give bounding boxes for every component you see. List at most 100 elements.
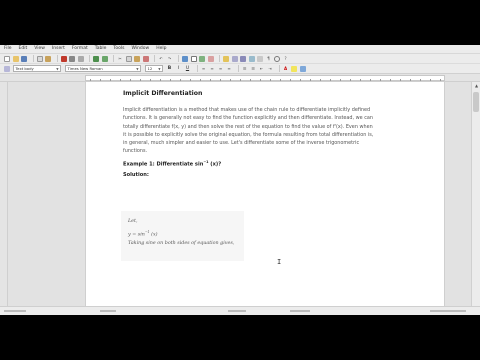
toolbar-separator (154, 55, 155, 62)
ruler-tick (430, 79, 431, 81)
intro-paragraph: Implicit differentiation is a method tha… (123, 106, 413, 156)
toolbar-separator (278, 65, 280, 72)
status-style (100, 309, 116, 313)
save-icon[interactable] (21, 55, 27, 62)
menu-insert[interactable]: Insert (52, 45, 65, 53)
vertical-scrollbar[interactable]: ▲ (471, 82, 480, 306)
scroll-up-icon[interactable]: ▲ (472, 82, 480, 90)
document-heading: Implicit Differentiation (123, 90, 203, 97)
styles-icon[interactable] (4, 65, 10, 72)
menu-table[interactable]: Table (95, 45, 107, 53)
redo-icon[interactable]: ↷ (167, 56, 173, 62)
bold-button[interactable]: B (167, 66, 173, 71)
menu-help[interactable]: Help (156, 45, 166, 53)
horizontal-ruler[interactable] (0, 74, 480, 82)
align-right-icon[interactable]: ≡ (218, 66, 224, 72)
vertical-ruler[interactable] (0, 82, 8, 306)
font-name-select[interactable]: Times New Roman ▼ (64, 65, 141, 72)
decrease-indent-icon[interactable]: ⇤ (259, 66, 265, 72)
spellcheck-icon[interactable] (93, 55, 99, 62)
menu-tools[interactable]: Tools (113, 45, 124, 53)
ruler-tick (160, 79, 161, 81)
paste-icon[interactable] (134, 55, 140, 62)
table-icon[interactable] (190, 55, 197, 62)
scrollbar-thumb[interactable] (473, 92, 479, 112)
justify-icon[interactable]: ≡ (226, 66, 232, 72)
undo-icon[interactable]: ↶ (158, 56, 164, 62)
find-icon[interactable] (231, 55, 238, 62)
datasources-icon[interactable] (257, 55, 263, 62)
text-cursor-ibeam-icon: I (277, 258, 282, 266)
menu-view[interactable]: View (34, 45, 45, 53)
align-center-icon[interactable]: ≡ (209, 66, 215, 72)
email-icon[interactable] (36, 55, 43, 62)
status-zoom[interactable] (430, 309, 466, 313)
ruler-tick (170, 79, 171, 81)
toolbar-separator (178, 55, 179, 62)
menu-edit[interactable]: Edit (19, 45, 28, 53)
ruler-tick (330, 79, 331, 81)
numbering-icon[interactable]: ☰ (242, 66, 248, 72)
cut-icon[interactable]: ✂ (117, 56, 123, 62)
chevron-down-icon: ▼ (158, 67, 161, 71)
toolbar-separator (56, 55, 58, 62)
paragraph-style-value: Text body (15, 66, 34, 71)
ruler-tick (140, 79, 141, 81)
print-preview-icon[interactable] (77, 55, 84, 62)
ruler-tick (110, 79, 111, 81)
underline-button[interactable]: U (185, 66, 191, 71)
example-heading: Example 1: Differentiate sin−1 (x)? (123, 160, 413, 168)
paragraph-style-select[interactable]: Text body ▼ (12, 65, 61, 72)
ruler-tick (420, 79, 421, 81)
status-bar (0, 306, 480, 315)
new-document-icon[interactable] (4, 55, 10, 62)
open-folder-icon[interactable] (12, 55, 19, 62)
document-body[interactable]: Implicit Differentiation Implicit differ… (123, 90, 413, 178)
menu-file[interactable]: File (4, 45, 12, 53)
edit-mode-icon[interactable] (45, 55, 51, 62)
show-draw-icon[interactable] (223, 55, 229, 62)
paragraph-line: totally differentiate f(x, y) and then s… (123, 123, 373, 130)
equation-suffix: (x) (149, 232, 158, 238)
increase-indent-icon[interactable]: ⇥ (267, 66, 273, 72)
menu-window[interactable]: Window (131, 45, 149, 53)
background-color-icon[interactable] (299, 65, 306, 72)
paragraph-line: functions. (123, 148, 148, 155)
ruler-tick (130, 79, 131, 81)
equation-prefix: y = sin (128, 232, 145, 238)
toolbar-separator (219, 55, 220, 62)
print-icon[interactable] (69, 55, 75, 62)
menu-format[interactable]: Format (72, 45, 88, 53)
font-size-select[interactable]: 12 ▼ (144, 65, 163, 72)
pdf-export-icon[interactable] (60, 55, 67, 62)
gallery-icon[interactable] (248, 55, 255, 62)
paragraph-line: functions. It is generally not easy to f… (123, 115, 373, 122)
ruler-tick (290, 79, 291, 81)
chart-icon[interactable] (207, 55, 214, 62)
help-icon[interactable]: ? (283, 56, 289, 62)
nonprinting-chars-icon[interactable]: ¶ (266, 56, 272, 62)
format-paintbrush-icon[interactable] (142, 55, 149, 62)
zoom-icon[interactable] (274, 55, 280, 62)
solution-line-let: Let, (128, 219, 138, 224)
status-page (4, 309, 26, 313)
chevron-down-icon: ▼ (56, 67, 59, 71)
video-letterbox-bottom (0, 315, 480, 360)
ruler-tick (120, 79, 121, 81)
example-prefix: Example 1: Differentiate sin (123, 161, 204, 168)
autocheck-icon[interactable] (101, 55, 108, 62)
document-page[interactable]: Implicit Differentiation Implicit differ… (85, 82, 445, 306)
toolbar-separator (113, 55, 114, 62)
highlight-icon[interactable] (291, 65, 297, 72)
ruler-tick (380, 79, 381, 81)
image-icon[interactable] (199, 55, 205, 62)
font-name-value: Times New Roman (67, 66, 103, 71)
bullets-icon[interactable]: ☰ (250, 66, 256, 72)
hyperlink-icon[interactable] (182, 55, 188, 62)
paragraph-line: Implicit differentiation is a method tha… (123, 107, 371, 113)
navigator-icon[interactable] (240, 55, 246, 62)
copy-icon[interactable] (125, 55, 132, 62)
align-left-icon[interactable]: ≡ (201, 66, 207, 72)
italic-button[interactable]: I (176, 66, 182, 71)
font-color-icon[interactable]: A (283, 66, 289, 72)
